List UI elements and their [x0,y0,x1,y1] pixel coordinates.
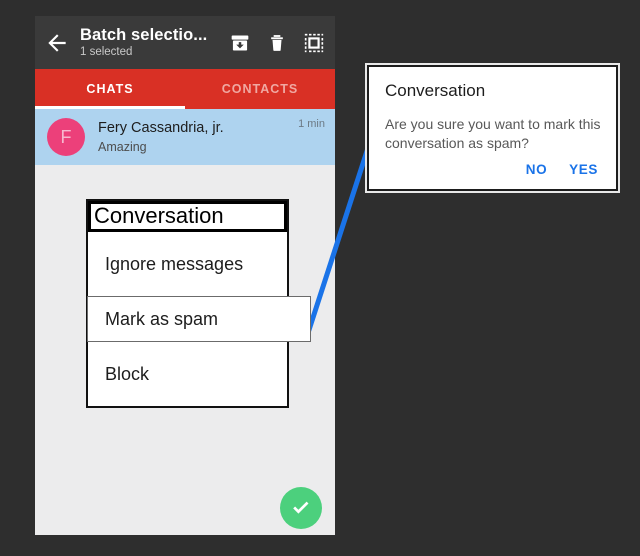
chat-list: F Fery Cassandria, jr. Amazing 1 min [35,109,335,165]
delete-icon[interactable] [264,30,290,56]
tab-contacts[interactable]: CONTACTS [185,69,335,109]
contact-name: Fery Cassandria, jr. [98,119,224,136]
message-snippet: Amazing [98,139,147,154]
yes-button[interactable]: YES [569,162,598,177]
menu-item-mark-as-spam[interactable]: Mark as spam [87,296,311,343]
menu-item-list: Ignore messages Mark as spam Block [87,232,311,407]
list-item[interactable]: F Fery Cassandria, jr. Amazing 1 min [35,109,335,165]
tab-chats[interactable]: CHATS [35,69,185,109]
archive-icon[interactable] [227,30,253,56]
tab-bar: CHATS CONTACTS [35,69,335,109]
dialog-actions: NO YES [385,162,602,183]
selection-count: 1 selected [80,46,133,59]
page-title: Batch selectio... [80,26,208,45]
app-bar: Batch selectio... 1 selected [35,16,335,69]
back-arrow-icon[interactable] [44,30,70,56]
menu-item-ignore-messages[interactable]: Ignore messages [88,232,287,297]
menu-title: Conversation [91,204,284,230]
avatar: F [47,118,85,156]
list-item-text: Fery Cassandria, jr. Amazing [98,120,298,154]
spam-confirmation-dialog: Conversation Are you sure you want to ma… [365,63,620,194]
conversation-menu-dialog: Conversation Ignore messages Mark as spa… [86,199,311,409]
select-all-icon[interactable] [301,30,327,56]
dialog-title: Conversation [385,81,486,100]
confirm-fab[interactable] [280,487,322,529]
menu-item-block[interactable]: Block [88,342,287,407]
check-icon [293,501,309,514]
dialog-message: Are you sure you want to mark this conve… [385,116,601,151]
no-button[interactable]: NO [526,162,547,177]
menu-title-band: Conversation [88,201,287,233]
timestamp: 1 min [298,118,325,130]
app-bar-titles: Batch selectio... 1 selected [80,26,216,59]
